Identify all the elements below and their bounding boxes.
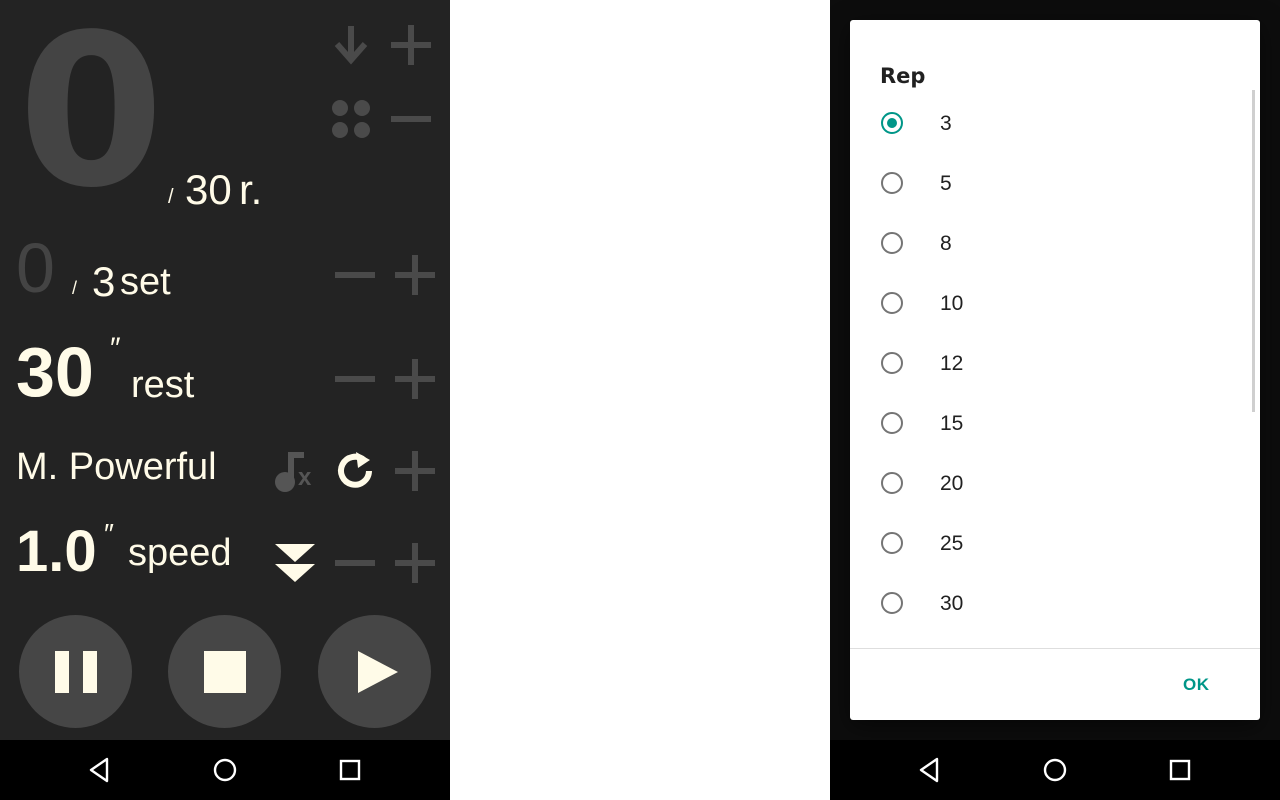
rep-plus-button[interactable]	[390, 24, 432, 66]
rep-option[interactable]: 20	[850, 456, 1260, 516]
rep-option-label: 5	[940, 172, 952, 195]
play-icon	[358, 651, 398, 697]
rep-option[interactable]: 30	[850, 576, 1260, 636]
music-mute-letter: x	[298, 464, 312, 491]
left-screen: 0 / 30 r. 0 / 3 set 30 ″ rest M. Powerfu…	[0, 0, 450, 800]
dialog-title: Rep	[880, 64, 926, 88]
rep-option[interactable]: 12	[850, 336, 1260, 396]
rep-option-label: 15	[940, 412, 964, 435]
counter-app: 0 / 30 r. 0 / 3 set 30 ″ rest M. Powerfu…	[0, 0, 450, 740]
rep-option-label: 12	[940, 352, 964, 375]
set-count: 0	[16, 229, 55, 307]
double-chevron-down-icon[interactable]	[274, 542, 316, 584]
sound-name[interactable]: M. Powerful	[16, 446, 217, 489]
nav-back-icon[interactable]	[85, 755, 115, 785]
nav-home-icon[interactable]	[1040, 755, 1070, 785]
rest-seconds-mark: ″	[110, 332, 121, 365]
rep-option-label: 25	[940, 532, 964, 555]
rep-option-label: 20	[940, 472, 964, 495]
set-slash: /	[72, 278, 78, 298]
speed-seconds-mark: ″	[104, 518, 114, 549]
sound-plus-button[interactable]	[394, 450, 436, 492]
set-minus-button[interactable]	[334, 254, 376, 296]
rep-picker-dialog: Rep 3 5 8 10 12 15 20 25 30 OK	[850, 20, 1260, 720]
rep-unit: r.	[239, 166, 263, 213]
radio-icon[interactable]	[881, 352, 903, 374]
nav-recents-icon[interactable]	[1165, 755, 1195, 785]
rep-count: 0	[18, 0, 165, 234]
rep-option[interactable]: 8	[850, 216, 1260, 276]
rep-option-label: 10	[940, 292, 964, 315]
speed-minus-button[interactable]	[334, 542, 376, 584]
nav-home-icon[interactable]	[210, 755, 240, 785]
system-nav-bar	[0, 740, 450, 800]
rep-option-label: 3	[940, 112, 952, 135]
rep-target[interactable]: 30	[185, 166, 232, 214]
radio-icon[interactable]	[881, 412, 903, 434]
rep-option[interactable]: 3	[850, 96, 1260, 156]
rep-option-label: 30	[940, 592, 964, 615]
system-nav-bar	[830, 740, 1280, 800]
radio-icon[interactable]	[881, 232, 903, 254]
pause-icon	[55, 651, 97, 697]
rest-label: rest	[131, 364, 195, 406]
speed-label: speed	[128, 532, 232, 574]
rest-plus-button[interactable]	[394, 358, 436, 400]
radio-icon[interactable]	[881, 172, 903, 194]
radio-icon[interactable]	[881, 532, 903, 554]
ok-button[interactable]: OK	[1183, 675, 1210, 695]
speed-plus-button[interactable]	[394, 542, 436, 584]
rep-options-list[interactable]: 3 5 8 10 12 15 20 25 30	[850, 96, 1260, 648]
set-plus-button[interactable]	[394, 254, 436, 296]
speed-value[interactable]: 1.0	[16, 518, 97, 585]
radio-icon[interactable]	[881, 472, 903, 494]
rep-option[interactable]: 5	[850, 156, 1260, 216]
stop-icon	[204, 651, 246, 697]
dialog-divider	[850, 648, 1260, 649]
pause-button[interactable]	[19, 615, 132, 728]
right-screen: Rep 3 5 8 10 12 15 20 25 30 OK	[830, 0, 1280, 800]
rep-option[interactable]: 25	[850, 516, 1260, 576]
rep-option[interactable]: 40	[850, 636, 1260, 648]
stop-button[interactable]	[168, 615, 281, 728]
nav-back-icon[interactable]	[915, 755, 945, 785]
rep-slash: /	[168, 186, 174, 208]
list-scrollbar[interactable]	[1252, 90, 1255, 412]
set-unit: set	[120, 261, 171, 303]
dots-grid-icon[interactable]	[330, 98, 372, 140]
rep-option-label: 8	[940, 232, 952, 255]
set-target[interactable]: 3	[92, 258, 115, 306]
play-button[interactable]	[318, 615, 431, 728]
rest-value[interactable]: 30	[16, 332, 94, 412]
arrow-down-icon[interactable]	[330, 24, 372, 66]
radio-selected-icon[interactable]	[881, 112, 903, 134]
rep-option[interactable]: 10	[850, 276, 1260, 336]
nav-recents-icon[interactable]	[335, 755, 365, 785]
rep-option[interactable]: 15	[850, 396, 1260, 456]
radio-icon[interactable]	[881, 592, 903, 614]
radio-icon[interactable]	[881, 292, 903, 314]
rep-minus-button[interactable]	[390, 98, 432, 140]
rest-minus-button[interactable]	[334, 358, 376, 400]
repeat-icon[interactable]	[334, 450, 376, 492]
music-mute-icon[interactable]: x	[274, 450, 318, 494]
